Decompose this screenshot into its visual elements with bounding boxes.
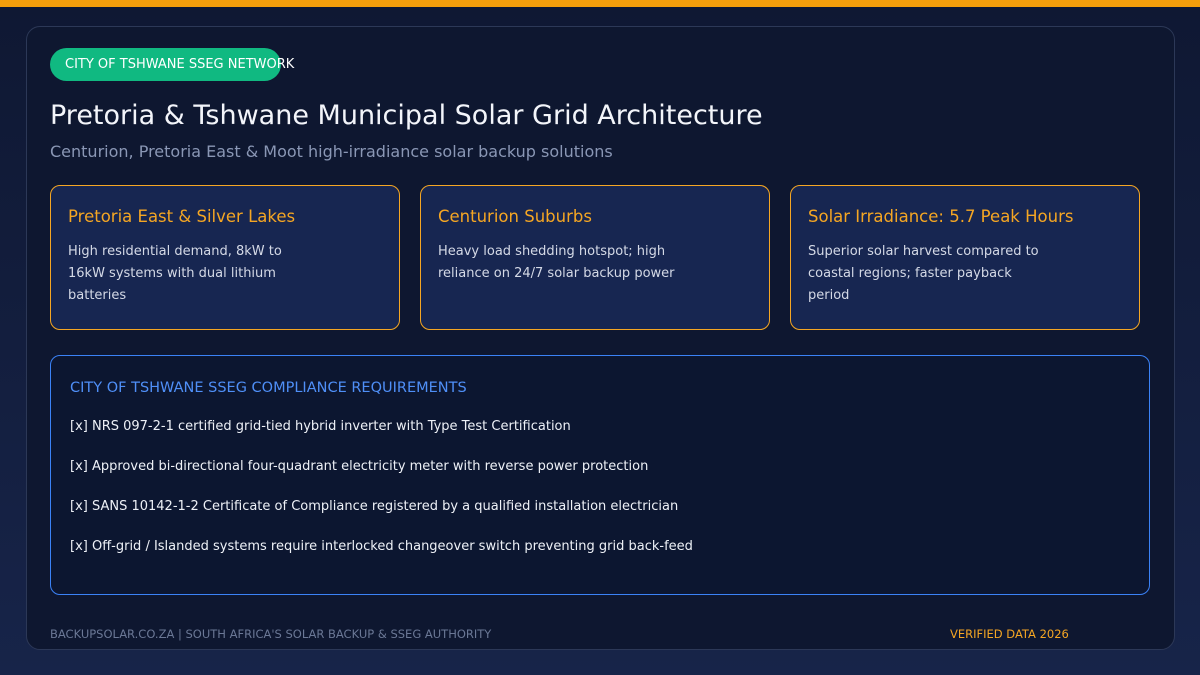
compliance-requirements-box: CITY OF TSHWANE SSEG COMPLIANCE REQUIREM… bbox=[50, 355, 1150, 595]
region-card-solar-irradiance: Solar Irradiance: 5.7 Peak Hours Superio… bbox=[790, 185, 1140, 330]
requirement-item: [x] Approved bi-directional four-quadran… bbox=[70, 459, 649, 474]
requirements-title: CITY OF TSHWANE SSEG COMPLIANCE REQUIREM… bbox=[70, 380, 467, 396]
region-card-centurion: Centurion Suburbs Heavy load shedding ho… bbox=[420, 185, 770, 330]
top-accent-bar bbox=[0, 0, 1200, 7]
page-subtitle: Centurion, Pretoria East & Moot high-irr… bbox=[50, 142, 613, 161]
requirement-item: [x] SANS 10142-1-2 Certificate of Compli… bbox=[70, 499, 679, 514]
card-text: Heavy load shedding hotspot; high relian… bbox=[438, 244, 675, 281]
page-title: Pretoria & Tshwane Municipal Solar Grid … bbox=[50, 100, 763, 131]
card-text: High residential demand, 8kW to 16kW sys… bbox=[68, 244, 282, 303]
card-text: Superior solar harvest compared to coast… bbox=[808, 244, 1039, 303]
footer-verified-badge: VERIFIED DATA 2026 bbox=[950, 627, 1069, 641]
requirement-item: [x] Off-grid / Islanded systems require … bbox=[70, 539, 693, 554]
requirement-item: [x] NRS 097-2-1 certified grid-tied hybr… bbox=[70, 419, 571, 434]
card-title: Solar Irradiance: 5.7 Peak Hours bbox=[808, 207, 1074, 226]
footer-source: BACKUPSOLAR.CO.ZA | SOUTH AFRICA'S SOLAR… bbox=[50, 627, 492, 641]
card-title: Pretoria East & Silver Lakes bbox=[68, 207, 296, 226]
region-card-pretoria-east: Pretoria East & Silver Lakes High reside… bbox=[50, 185, 400, 330]
network-tag: CITY OF TSHWANE SSEG NETWORK bbox=[50, 48, 294, 81]
card-title: Centurion Suburbs bbox=[438, 207, 592, 226]
